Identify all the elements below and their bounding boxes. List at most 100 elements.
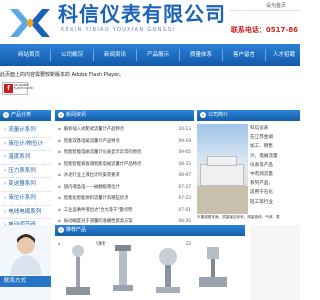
news-title: 工业品事件液位达"合九等于"暨点赞	[63, 207, 133, 213]
category-label: 变送器系列	[8, 181, 36, 188]
news-title: 国内液晶电——磁翻板液位计	[63, 184, 120, 190]
news-date: 09-19	[178, 138, 192, 144]
news-date: 09-05	[178, 150, 192, 155]
intro-line: 加工、销售	[250, 144, 273, 150]
news-title: 智能化智能体积流量计有哪些优点	[63, 196, 129, 201]
list-item[interactable]: › 温度系列	[0, 151, 51, 165]
nav-separator	[179, 49, 180, 61]
company-pinyin: KEXIN YIBIAO YOUXIAN GONGSI	[61, 27, 176, 33]
list-item[interactable]: › 流量计系列	[0, 124, 51, 138]
flowmeter-icon	[66, 245, 90, 295]
product-thumbnail[interactable]	[195, 241, 231, 300]
nav-products[interactable]: 产品展示	[141, 44, 175, 66]
products-panel-header: » 产品分类	[0, 110, 51, 121]
news-date: 08-07	[178, 173, 192, 178]
top-links: 设为首页	[230, 0, 300, 11]
news-date: 07-23	[178, 196, 192, 201]
nav-separator	[136, 49, 137, 61]
intro-line: 仪表等产品	[250, 162, 273, 168]
news-item[interactable]: ▪ 水泥行业上液位计的安装要求 08-07	[55, 170, 194, 182]
set-homepage-link[interactable]: 设为首页	[266, 2, 286, 9]
news-panel-title: 新闻资讯	[66, 112, 87, 118]
news-item[interactable]: ▪ 智能双基电磁流量计产品特点 09-19	[55, 136, 194, 148]
product-thumbnail[interactable]	[105, 241, 141, 300]
nav-about[interactable]: 公司概况	[55, 44, 89, 66]
transmitter-icon	[156, 248, 180, 293]
nav-news[interactable]: 新闻资讯	[98, 44, 132, 66]
bullet-icon: ▪	[58, 196, 61, 201]
intro-line: 科信仪表	[250, 126, 269, 131]
bullet-icon: ▪	[58, 219, 61, 224]
news-item[interactable]: ▪ 国内液晶电——磁翻板液位计 07-27	[55, 182, 194, 194]
chevron-right-icon: ›	[4, 167, 7, 174]
category-label: 液位计系列	[8, 194, 36, 201]
chevron-right-icon: ›	[4, 181, 7, 188]
arrow-icon: »	[200, 111, 206, 118]
news-date: 08-25	[178, 161, 192, 167]
news-title: 智能智能电磁流量计仪表显示异常的原因	[63, 150, 142, 155]
news-title: 解析插入式靶式流量计产品特点	[63, 127, 125, 132]
chevron-right-icon: ›	[4, 208, 7, 215]
hotline-number: 0517-86	[265, 26, 298, 34]
main-nav: 网站首页 公司概况 新闻资讯 产品展示 质量体系 客户留言 人才招聘	[0, 44, 300, 66]
company-intro-body: 半集团基本面，质量保证体系，测量液体、气体、蒸	[197, 215, 300, 220]
category-label: 压力表系列	[8, 167, 36, 174]
hotline: 联系电话：0517-86	[231, 25, 298, 35]
list-item[interactable]: › 压力表系列	[0, 165, 51, 179]
chevron-right-icon: ›	[4, 140, 7, 147]
news-item[interactable]: ▪ 智能智能调直调智能电磁流量计产品特点 08-25	[55, 159, 194, 171]
bullet-icon: ▪	[58, 184, 61, 190]
bullet-icon: ▪	[58, 207, 61, 213]
news-item[interactable]: ▪ 智能化智能体积流量计有哪些优点 07-23	[55, 193, 194, 205]
nav-home[interactable]: 网站首页	[12, 44, 46, 66]
customer-service-avatar-icon	[10, 234, 42, 275]
get-flash-player-badge[interactable]: f Get ADOBE® FLASH® PLAYER	[2, 82, 33, 95]
nav-jobs[interactable]: 人才招聘	[268, 44, 300, 66]
news-item[interactable]: ▪ 智能智能电磁流量计仪表显示异常的原因 09-05	[55, 147, 194, 159]
list-item[interactable]: › 电线电缆系列	[0, 206, 51, 220]
news-item[interactable]: ▪ 工业品事件液位达"合九等于"暨点赞 07-01	[55, 205, 194, 217]
recommend-panel-title: 推荐产品	[66, 227, 87, 233]
bullet-icon: ▪	[58, 173, 61, 178]
list-item[interactable]: › 液位计/物位计	[0, 138, 51, 152]
product-thumbnail[interactable]	[150, 241, 186, 300]
nav-guestbook[interactable]: 客户留言	[227, 44, 261, 66]
hotline-label: 联系电话：	[230, 26, 266, 34]
company-building-photo	[197, 124, 248, 214]
products-panel-title: 产品分类	[11, 112, 32, 118]
valve-icon	[199, 247, 227, 287]
product-thumbnail[interactable]	[60, 241, 96, 300]
right-sidebar-block	[250, 225, 300, 300]
flash-icon: f	[4, 84, 13, 93]
news-panel-header: » 新闻资讯	[55, 110, 194, 121]
company-intro-text: 科信仪表 在江苏金湖 加工、销售 计，电磁流量 仪表等产品 中有测流量 系列产品…	[250, 124, 300, 207]
nav-quality[interactable]: 质量体系	[184, 44, 218, 66]
news-date: 07-27	[178, 184, 192, 190]
level-meter-icon	[113, 245, 133, 291]
contact-panel: 联系方式	[0, 225, 51, 300]
company-logo-icon[interactable]	[8, 6, 52, 40]
bullet-icon: ▪	[58, 150, 61, 155]
category-label: 液位计/物位计	[8, 140, 44, 147]
news-date: 07-01	[178, 207, 192, 213]
intro-body-line: 半集团基本面，质量保证体系，测量液体、气体、蒸	[197, 215, 280, 219]
contact-title: 联系方式	[0, 276, 51, 287]
news-title: 智能双基电磁流量计产品特点	[63, 138, 120, 144]
bullet-icon: ▪	[58, 161, 61, 167]
list-item[interactable]: › 变送器系列	[0, 178, 51, 192]
product-category-list: › 流量计系列 › 液位计/物位计 › 温度系列 › 压力表系列 › 变送器系列 › 液位计…	[0, 124, 51, 233]
category-label: 流量计系列	[8, 127, 36, 133]
chevron-right-icon: ›	[4, 194, 7, 201]
news-title: 智能智能调直调智能电磁流量计产品特点	[63, 161, 142, 167]
list-item[interactable]: › 液位计系列	[0, 192, 51, 206]
arrow-icon: »	[58, 111, 64, 118]
building-shape	[207, 156, 237, 166]
bullet-icon: ▪	[58, 138, 61, 144]
intro-line: 中有测流量	[250, 172, 273, 178]
intro-panel-title: 公司简介	[208, 112, 229, 118]
nav-separator	[93, 49, 94, 61]
news-title: 振动幅度对于测量的准确性提高方案	[63, 219, 133, 224]
news-item[interactable]: ▪ 解析插入式靶式流量计产品特点 10-13	[55, 124, 194, 136]
building-shape	[200, 164, 244, 186]
recommend-panel-header: » 推荐产品	[55, 225, 245, 236]
